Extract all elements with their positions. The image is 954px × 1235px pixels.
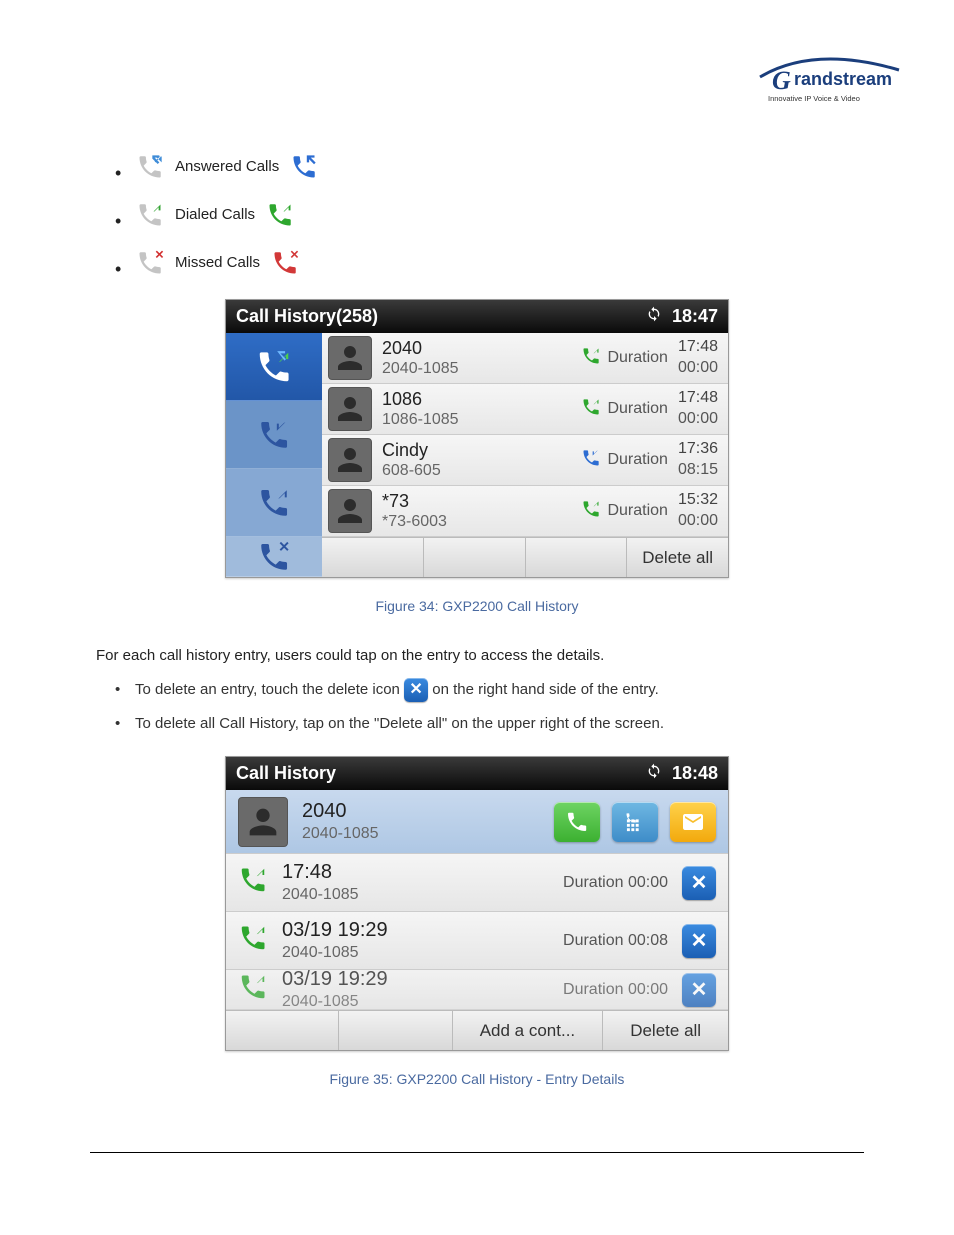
figure-caption-34: Figure 34: GXP2200 Call History [90,598,864,614]
svg-text:✕: ✕ [155,249,164,261]
missed-icon-grey: ✕ [135,248,165,278]
delete-all-bullet: To delete all Call History, tap on the "… [135,712,864,736]
footer-empty [322,538,423,577]
answered-icon-grey [135,152,165,182]
tab-all[interactable] [226,333,322,401]
delete-entry-button[interactable]: ✕ [682,924,716,958]
delete-all-button[interactable]: Delete all [602,1011,728,1050]
page-divider [90,1152,864,1153]
clock: 18:47 [672,306,718,327]
screen-title: Call History(258) [236,306,378,327]
clock: 18:48 [672,763,718,784]
message-button[interactable] [670,802,716,842]
contact-header-row: 2040 2040-1085 [226,790,728,854]
footer-bar: Delete all [322,537,728,577]
sync-icon [646,763,662,784]
call-row[interactable]: 20402040-1085 Duration 17:4800:00 [322,333,728,384]
avatar-icon [238,797,288,847]
call-detail-row: 03/19 19:292040-1085 Duration 00:00 ✕ [226,970,728,1010]
tab-missed[interactable]: ✕ [226,537,322,577]
call-detail-row: 03/19 19:292040-1085 Duration 00:08 ✕ [226,912,728,970]
missed-icon-red: ✕ [270,248,300,278]
dialed-icon [581,346,601,371]
delete-entry-button[interactable]: ✕ [682,866,716,900]
status-bar: Call History 18:48 [226,757,728,790]
dialed-icon [238,923,268,958]
dialed-icon [581,397,601,422]
footer-empty [226,1011,338,1050]
answered-icon [581,448,601,473]
call-history-list-screenshot: Call History(258) 18:47 ✕ [225,299,729,578]
avatar-icon [328,489,372,533]
dialed-icon-grey [135,200,165,230]
contact-name: 2040 [302,798,540,824]
screen-title: Call History [236,763,336,784]
avatar-icon [328,438,372,482]
call-detail-row: 17:482040-1085 Duration 00:00 ✕ [226,854,728,912]
call-list: 20402040-1085 Duration 17:4800:00 108610… [322,333,728,577]
footer-empty [423,538,525,577]
add-contact-button[interactable]: Add a cont... [452,1011,603,1050]
svg-text:✕: ✕ [290,249,299,261]
dialed-label: Dialed Calls [175,199,255,231]
tab-dialed[interactable] [226,469,322,537]
sync-icon [646,306,662,327]
call-row[interactable]: Cindy608-605 Duration 17:3608:15 [322,435,728,486]
answered-label: Answered Calls [175,151,279,183]
dialed-icon [238,865,268,900]
avatar-icon [328,387,372,431]
figure-caption-35: Figure 35: GXP2200 Call History - Entry … [90,1071,864,1087]
footer-empty [338,1011,451,1050]
call-row[interactable]: 10861086-1085 Duration 17:4800:00 [322,384,728,435]
call-row[interactable]: *73*73-6003 Duration 15:3200:00 [322,486,728,537]
footer-bar: Add a cont... Delete all [226,1010,728,1050]
detail-instruction: For each call history entry, users could… [90,644,864,668]
logo-text: randstream [794,69,892,89]
footer-empty [525,538,627,577]
dialed-icon [238,972,268,1007]
answered-icon-blue [289,152,319,182]
delete-icon: ✕ [404,678,428,702]
missed-label: Missed Calls [175,247,260,279]
call-button[interactable] [554,802,600,842]
brand-logo: G randstream Innovative IP Voice & Video [754,55,904,115]
dialed-icon [581,499,601,524]
dialpad-button[interactable] [612,802,658,842]
tab-answered[interactable] [226,401,322,469]
dialed-icon-green [265,200,295,230]
delete-entry-bullet: To delete an entry, touch the delete ico… [135,678,864,702]
call-type-tabs: ✕ [226,333,322,577]
svg-text:✕: ✕ [278,540,290,555]
call-type-legend: Answered Calls Dialed Calls ✕ [90,151,864,279]
delete-all-button[interactable]: Delete all [626,538,728,577]
logo-tagline: Innovative IP Voice & Video [768,94,860,103]
contact-sub: 2040-1085 [302,824,540,845]
call-history-detail-screenshot: Call History 18:48 2040 2040-1085 17:482… [225,756,729,1051]
avatar-icon [328,336,372,380]
status-bar: Call History(258) 18:47 [226,300,728,333]
delete-entry-button[interactable]: ✕ [682,973,716,1007]
